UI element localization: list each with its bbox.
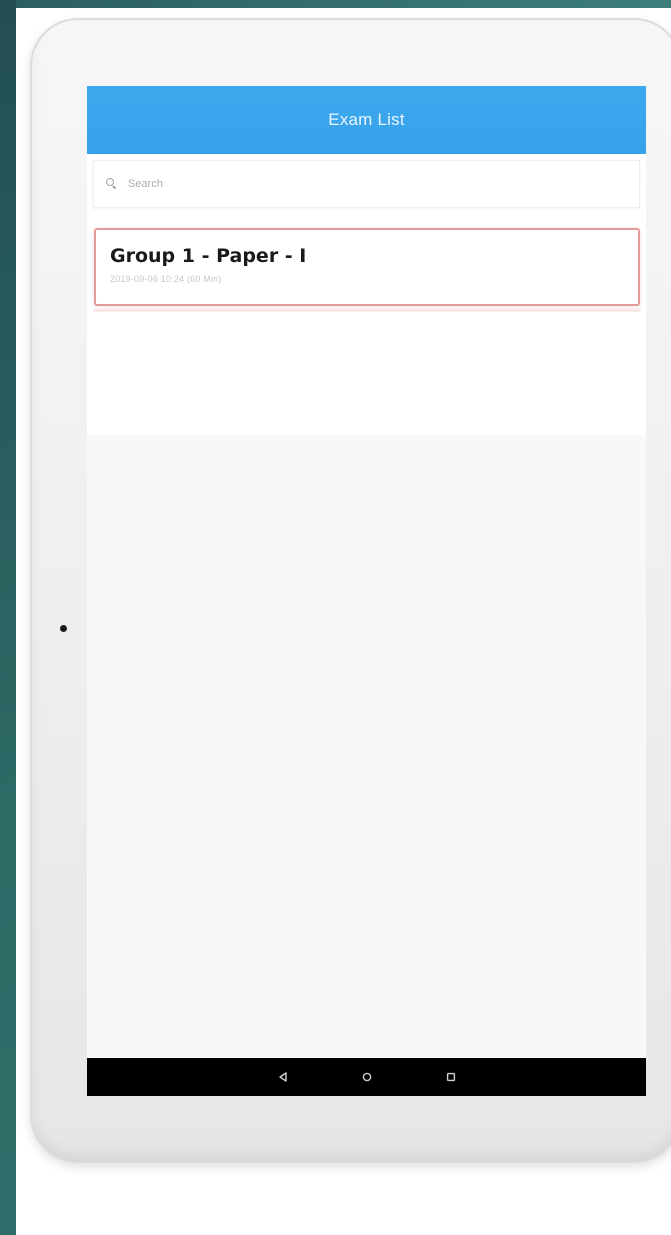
search-icon (106, 178, 118, 190)
search-input[interactable] (126, 177, 550, 191)
tablet-screen: Exam List Group 1 - Paper - I 2019-09-06… (87, 86, 646, 1096)
page-title: Exam List (328, 110, 405, 129)
search-bar[interactable] (93, 160, 640, 208)
recents-icon[interactable] (445, 1071, 457, 1083)
back-icon[interactable] (277, 1071, 289, 1083)
exam-meta: 2019-09-06 10:24 (60 Min) (110, 274, 222, 284)
tablet-device: Exam List Group 1 - Paper - I 2019-09-06… (30, 18, 671, 1163)
app-header: Exam List (87, 86, 646, 154)
exam-list-item[interactable]: Group 1 - Paper - I 2019-09-06 10:24 (60… (93, 228, 641, 312)
exam-title: Group 1 - Paper - I (110, 245, 307, 267)
main-content: Group 1 - Paper - I 2019-09-06 10:24 (60… (87, 154, 646, 435)
slide-background: Exam List Group 1 - Paper - I 2019-09-06… (16, 0, 671, 1235)
camera-dot (60, 625, 67, 632)
home-icon[interactable] (361, 1071, 373, 1083)
android-nav-bar (87, 1058, 646, 1096)
